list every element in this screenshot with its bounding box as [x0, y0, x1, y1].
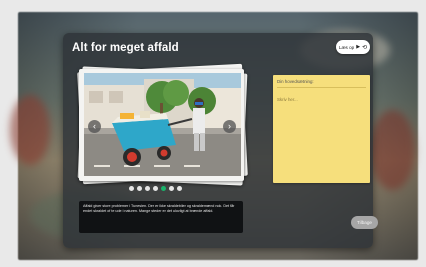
slide-dot[interactable] [177, 186, 182, 191]
slideshow-photo [84, 73, 241, 176]
chevron-right-icon: › [228, 121, 231, 131]
listen-button[interactable]: Læs op ▶ ⟲ [336, 40, 370, 54]
slide-dot[interactable] [145, 186, 150, 191]
next-slide-button[interactable]: › [223, 120, 236, 133]
listen-button-label: Læs op [338, 44, 355, 50]
note-body-placeholder[interactable]: Skriv her... [277, 97, 298, 102]
note-title: Din hovedsætning: [277, 79, 366, 88]
back-button[interactable]: Tilbage [351, 216, 378, 229]
slide-dot[interactable] [137, 186, 142, 191]
slide-dot[interactable] [129, 186, 134, 191]
slide-dot[interactable] [169, 186, 174, 191]
slide-dot-active[interactable] [161, 186, 166, 191]
loop-icon: ⟲ [362, 44, 368, 51]
background-blur-shape [10, 95, 50, 165]
slide-dot[interactable] [153, 186, 158, 191]
street-scene-image [84, 73, 241, 176]
chevron-left-icon: ‹ [93, 121, 96, 131]
background-blur-shape [370, 110, 415, 190]
slide-indicator [129, 186, 182, 191]
sticky-note[interactable]: Din hovedsætning: Skriv her... [273, 75, 370, 183]
previous-slide-button[interactable]: ‹ [88, 120, 101, 133]
play-icon: ▶ [356, 44, 361, 50]
slide-caption: Affald giver store problemer i Tunesien.… [79, 201, 243, 233]
page-title: Alt for meget affald [72, 42, 179, 54]
